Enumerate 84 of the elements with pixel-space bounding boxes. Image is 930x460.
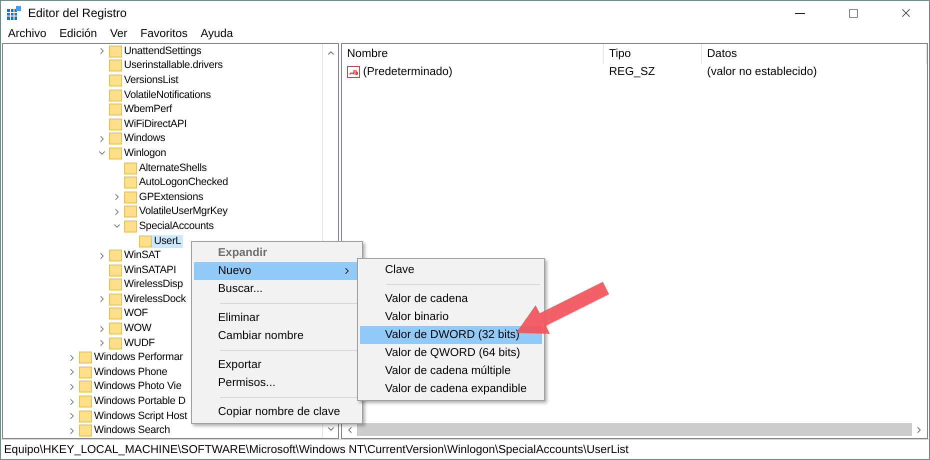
folder-icon (109, 336, 122, 350)
tree-item[interactable]: GPExtensions (137, 190, 206, 204)
value-name: (Predeterminado) (363, 66, 452, 78)
string-value-icon (347, 66, 360, 78)
tree-item[interactable]: Winlogon (122, 146, 168, 160)
menu-bar-item[interactable]: Ver (110, 28, 128, 40)
menu-item[interactable]: Exportar (194, 356, 360, 374)
status-bar: Equipo\HKEY_LOCAL_MACHINE\SOFTWARE\Microsoft\Windows NT\CurrentVersion\Winlogon\SpecialAccounts\UserList (1, 439, 929, 459)
folder-icon (109, 74, 122, 87)
folder-icon (109, 264, 122, 277)
tree-item[interactable]: Windows Phone (92, 366, 170, 379)
tree-item[interactable]: WOW (122, 322, 154, 336)
menu-item[interactable]: Valor de cadena múltiple (360, 362, 542, 380)
value-type: REG_SZ (608, 65, 656, 80)
folder-icon (124, 176, 137, 190)
folder-icon (79, 410, 92, 423)
menu-bar-item[interactable]: Edición (59, 28, 98, 40)
folder-icon (124, 162, 137, 175)
menu-item[interactable]: Eliminar (194, 309, 360, 327)
folder-icon (109, 278, 122, 292)
tree-item[interactable]: Windows Script Host (92, 410, 190, 423)
menu-item[interactable]: Clave (360, 261, 542, 279)
folder-icon (109, 88, 122, 102)
tree-item[interactable]: UnattendSettings (122, 44, 204, 58)
value-data: (valor no establecido) (706, 65, 818, 80)
folder-icon (109, 132, 122, 146)
folder-icon (109, 44, 122, 58)
tree-item[interactable]: Userinstallable.drivers (122, 59, 225, 72)
folder-icon (109, 249, 122, 262)
menu-item[interactable]: Copiar nombre de clave (194, 403, 360, 421)
menu-item[interactable]: Valor de cadena (360, 290, 542, 308)
folder-icon (79, 366, 92, 379)
folder-icon (124, 205, 137, 218)
tree-item[interactable]: SpecialAccounts (137, 220, 216, 233)
menu-item[interactable]: Nuevo (194, 262, 360, 280)
folder-icon (79, 351, 92, 364)
folder-icon (109, 118, 122, 131)
tree-item[interactable]: WiFiDirectAPI (122, 118, 189, 131)
tree-item[interactable]: WbemPerf (122, 103, 174, 116)
tree-item[interactable]: Windows Portable D (92, 395, 188, 408)
tree-item[interactable]: WinSATAPI (122, 264, 178, 277)
minimize-icon (795, 12, 805, 14)
folder-icon (109, 59, 122, 72)
tree-item[interactable]: WirelessDisp (122, 278, 185, 292)
tree-item[interactable]: AlternateShells (137, 162, 209, 175)
window-title: Editor del Registro (28, 6, 128, 20)
folder-icon (79, 395, 92, 408)
menu-item[interactable]: Cambiar nombre (194, 327, 360, 345)
column-header[interactable]: Tipo (604, 44, 702, 64)
tree-item[interactable]: AutoLogonChecked (137, 176, 230, 190)
menu-item[interactable]: Buscar... (194, 280, 360, 298)
folder-icon (139, 234, 152, 248)
menu-item[interactable]: Valor de DWORD (32 bits) (360, 326, 542, 344)
folder-icon (109, 103, 122, 116)
menu-bar-item[interactable]: Ayuda (200, 28, 234, 40)
folder-icon (109, 292, 122, 306)
maximize-icon (848, 8, 858, 18)
menu-bar-item[interactable]: Favoritos (140, 28, 188, 40)
folder-icon (109, 307, 122, 320)
tree-item[interactable]: WUDF (122, 336, 157, 350)
tree-item[interactable]: Windows Photo Vie (92, 380, 184, 394)
tree-item[interactable]: Windows Search (92, 424, 172, 438)
tree-item[interactable]: UserL (152, 234, 184, 248)
tree-item[interactable]: Windows (122, 132, 168, 146)
folder-icon (79, 380, 92, 394)
menu-item[interactable]: Valor de cadena expandible (360, 380, 542, 398)
tree-item[interactable]: WinSAT (122, 249, 163, 262)
registry-icon (7, 6, 21, 20)
tree-item[interactable]: Windows Performar (92, 351, 185, 364)
column-header[interactable]: Datos (702, 44, 927, 64)
folder-icon (124, 190, 137, 204)
tree-item[interactable]: VolatileNotifications (122, 88, 213, 102)
tree-item[interactable]: WirelessDock (122, 292, 188, 306)
folder-icon (109, 146, 122, 160)
folder-icon (109, 322, 122, 336)
folder-icon (124, 220, 137, 233)
tree-item[interactable]: VersionsList (122, 74, 180, 87)
menu-item[interactable]: Permisos... (194, 374, 360, 392)
column-header[interactable]: Nombre (342, 44, 604, 64)
folder-icon (79, 424, 92, 438)
menu-bar-item[interactable]: Archivo (8, 28, 46, 40)
menu-item[interactable]: Valor de QWORD (64 bits) (360, 344, 542, 362)
tree-item[interactable]: VolatileUserMgrKey (137, 205, 230, 218)
tree-item[interactable]: WOF (122, 307, 150, 320)
